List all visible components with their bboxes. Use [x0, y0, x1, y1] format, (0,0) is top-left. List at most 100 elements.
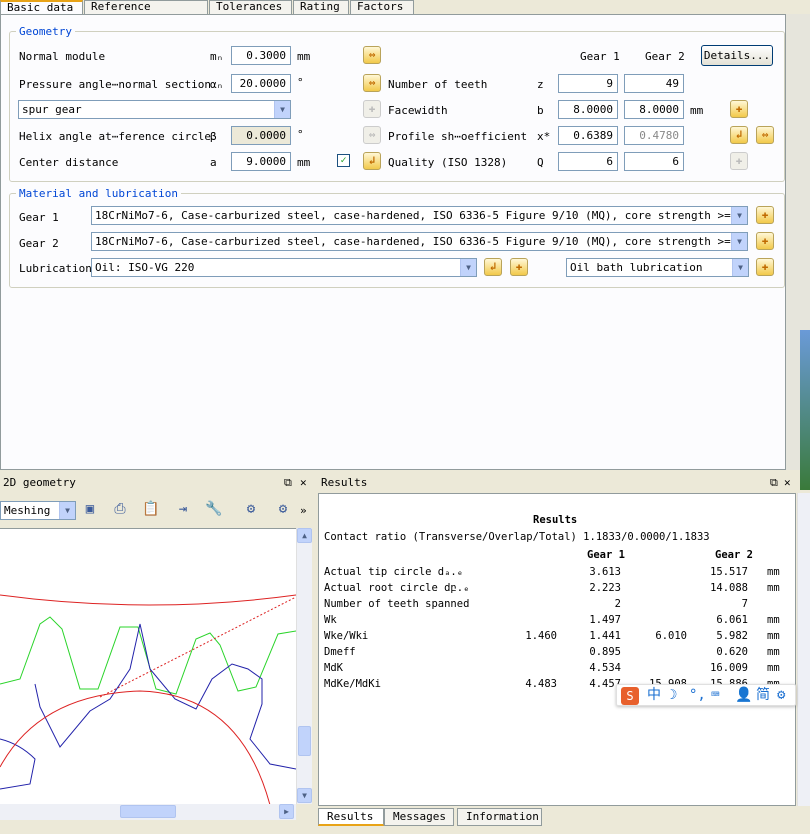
pressure-angle-symbol: αₙ — [210, 78, 224, 91]
tab-results[interactable]: Results — [318, 808, 384, 826]
chevron-down-icon[interactable]: ▼ — [297, 788, 312, 803]
close-icon[interactable]: ✕ — [300, 476, 307, 490]
tab-information[interactable]: Information — [457, 808, 542, 826]
restore-icon[interactable]: ⧉ — [284, 476, 292, 490]
plus-icon[interactable]: ✚ — [756, 206, 774, 224]
teeth-gear2-input[interactable]: 49 — [624, 74, 684, 93]
helix-angle-unit: ° — [297, 128, 304, 141]
export-icon[interactable]: ⇥ — [172, 498, 194, 522]
result-label: Wk — [324, 614, 337, 626]
gear-mesh-drawing — [0, 594, 296, 804]
tab-rating[interactable]: Rating — [293, 0, 349, 14]
geometry-hscrollbar[interactable]: ▶ — [0, 804, 296, 820]
profile-shift-gear1-input[interactable]: 0.6389 — [558, 126, 618, 145]
material-gear1-label: Gear 1 — [19, 211, 59, 224]
result-value-gear2: 15.517 — [710, 566, 748, 578]
gear2-column-header: Gear 2 — [645, 50, 685, 63]
tab-factors[interactable]: Factors — [350, 0, 414, 14]
results-gear2-header: Gear 2 — [715, 549, 753, 561]
tab-basic-data[interactable]: Basic data — [0, 0, 83, 15]
sizing-arrows-icon[interactable]: ⇔ — [363, 126, 381, 144]
material-gear2-select[interactable]: 18CrNiMo7-6, Case-carburized steel, case… — [91, 232, 748, 251]
normal-module-label: Normal module — [19, 50, 106, 63]
result-label: Number of teeth spanned — [324, 598, 470, 610]
center-distance-label: Center distance — [19, 156, 119, 169]
chevron-up-icon[interactable]: ▲ — [297, 528, 312, 543]
ime-logo-icon[interactable]: S — [621, 687, 639, 705]
print-icon[interactable]: ⎙ — [109, 498, 131, 522]
gear2-reference-circle — [0, 594, 296, 606]
clipboard-icon[interactable]: 📋 — [140, 498, 162, 522]
ime-toolbar[interactable]: S 中 ☽ °, ⌨ 👤 简 ⚙ — [616, 684, 796, 706]
profile-shift-gear2-input[interactable]: 0.4780 — [624, 126, 684, 145]
tab-reference-profile[interactable]: Reference profile — [84, 0, 208, 25]
geometry-vscrollbar[interactable]: ▲ ▼ — [296, 528, 312, 804]
pressure-angle-input[interactable]: 20.0000 — [231, 74, 291, 93]
gear-settings-icon[interactable]: ⚙ — [272, 498, 294, 522]
keyboard-icon[interactable]: ⌨ — [711, 687, 719, 703]
chevron-down-icon: ▼ — [732, 259, 748, 276]
gear-icon[interactable]: ⚙ — [777, 687, 785, 703]
moon-icon[interactable]: ☽ — [669, 687, 677, 703]
results-heading: Results — [533, 514, 578, 526]
result-unit: mm — [767, 614, 780, 626]
plus-icon[interactable]: ✚ — [756, 258, 774, 276]
wrench-icon[interactable]: 🔧 — [203, 498, 225, 522]
chevron-down-icon: ▼ — [460, 259, 476, 276]
chevron-down-icon: ▼ — [274, 101, 290, 118]
chevron-right-icon[interactable]: ▶ — [279, 804, 294, 819]
sizing-arrows-icon[interactable]: ⇔ — [756, 126, 774, 144]
chevron-down-icon: ▼ — [731, 233, 747, 250]
helix-angle-symbol: β — [210, 130, 217, 143]
normal-module-input[interactable]: 0.3000 — [231, 46, 291, 65]
restore-icon[interactable]: ⧉ — [770, 476, 778, 490]
facewidth-gear2-input[interactable]: 8.0000 — [624, 100, 684, 119]
result-value-gear2: 5.982 — [716, 630, 748, 642]
sizing-arrows-icon[interactable]: ⇔ — [363, 74, 381, 92]
results-vscrollbar[interactable] — [797, 493, 810, 806]
lubrication-type-select[interactable]: Oil bath lubrication ▼ — [566, 258, 749, 277]
results-gear1-header: Gear 1 — [587, 549, 625, 561]
scroll-thumb[interactable] — [298, 726, 311, 756]
lubrication-select[interactable]: Oil: ISO-VG 220 ▼ — [91, 258, 477, 277]
user-icon[interactable]: 👤 — [735, 687, 752, 703]
details-button[interactable]: Details... — [701, 45, 773, 66]
plus-icon[interactable]: ✚ — [730, 152, 748, 170]
plus-icon[interactable]: ✚ — [756, 232, 774, 250]
plus-icon[interactable]: ✚ — [510, 258, 528, 276]
material-gear1-select[interactable]: 18CrNiMo7-6, Case-carburized steel, case… — [91, 206, 748, 225]
plus-icon[interactable]: ✚ — [363, 100, 381, 118]
facewidth-gear1-input[interactable]: 8.0000 — [558, 100, 618, 119]
more-icon[interactable]: » — [300, 504, 307, 517]
view-mode-value: Meshing — [4, 504, 51, 517]
gear-mesh-canvas[interactable] — [0, 528, 296, 804]
save-icon[interactable]: ▣ — [79, 498, 101, 522]
view-mode-select[interactable]: Meshing ▼ — [0, 501, 76, 520]
helix-angle-input[interactable]: 0.0000 — [231, 126, 291, 145]
close-icon[interactable]: ✕ — [784, 476, 791, 490]
result-value-gear1: 1.497 — [589, 614, 621, 626]
arrow-left-icon[interactable]: ↲ — [363, 152, 381, 170]
desktop-background — [800, 330, 810, 490]
scroll-thumb[interactable] — [120, 805, 176, 818]
gear2-tooth-profile — [0, 616, 296, 695]
tab-tolerances[interactable]: Tolerances — [209, 0, 292, 14]
center-distance-input[interactable]: 9.0000 — [231, 152, 291, 171]
plus-icon[interactable]: ✚ — [730, 100, 748, 118]
ime-simplified-toggle[interactable]: 简 — [756, 687, 770, 703]
arrow-left-icon[interactable]: ↲ — [484, 258, 502, 276]
teeth-gear1-input[interactable]: 9 — [558, 74, 618, 93]
gear-type-select[interactable]: spur gear ▼ — [18, 100, 291, 119]
gear1-tooth-profile-left — [0, 738, 36, 790]
ime-language-toggle[interactable]: 中 — [647, 687, 661, 703]
quality-gear1-input[interactable]: 6 — [558, 152, 618, 171]
geometry-pane-header: 2D geometry ⧉ ✕ — [0, 476, 314, 491]
center-distance-checkbox[interactable]: ✓ — [337, 154, 350, 167]
quality-symbol: Q — [537, 156, 544, 169]
punctuation-icon[interactable]: °, — [689, 687, 706, 703]
arrow-left-icon[interactable]: ↲ — [730, 126, 748, 144]
sizing-arrows-icon[interactable]: ⇔ — [363, 46, 381, 64]
tab-messages[interactable]: Messages — [384, 808, 454, 826]
quality-gear2-input[interactable]: 6 — [624, 152, 684, 171]
gear-up-icon[interactable]: ⚙ — [240, 498, 262, 522]
